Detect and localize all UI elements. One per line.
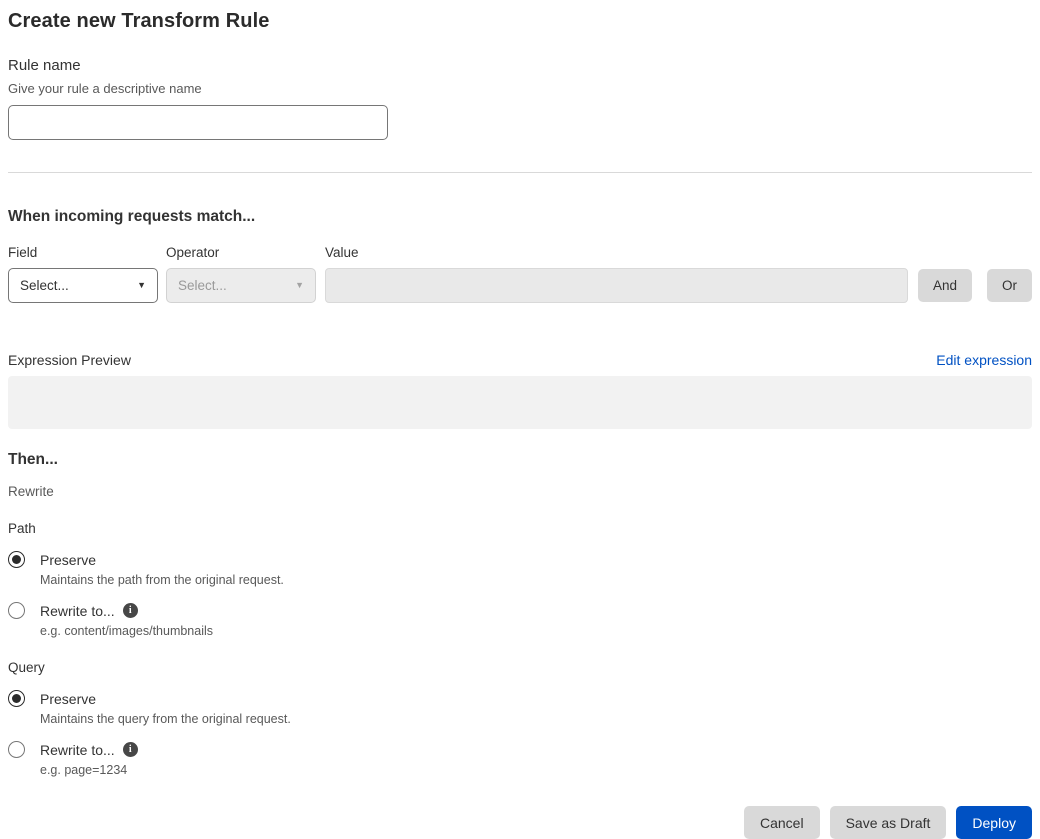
field-select[interactable]: Select... ▼ [8, 268, 158, 303]
path-preserve-label: Preserve [40, 551, 97, 568]
query-preserve-radio[interactable]: Preserve [8, 690, 1032, 707]
query-group-label: Query [8, 660, 45, 675]
expression-preview-header: Expression Preview Edit expression [8, 352, 1032, 368]
radio-selected-icon[interactable] [8, 690, 25, 707]
cancel-button[interactable]: Cancel [743, 806, 820, 839]
path-preserve-helper: Maintains the path from the original req… [40, 573, 284, 587]
path-rewrite-radio[interactable]: Rewrite to... i [8, 602, 1032, 619]
path-rewrite-label: Rewrite to... [40, 602, 115, 619]
then-section-heading: Then... [8, 451, 58, 468]
query-preserve-label: Preserve [40, 690, 97, 707]
query-rewrite-label: Rewrite to... [40, 741, 115, 758]
value-column: Value [325, 245, 908, 303]
deploy-button[interactable]: Deploy [956, 806, 1032, 839]
rule-name-helper: Give your rule a descriptive name [8, 81, 202, 96]
chevron-down-icon: ▼ [295, 280, 304, 290]
path-preserve-radio[interactable]: Preserve [8, 551, 1032, 568]
value-label: Value [325, 245, 359, 260]
operator-column: Operator Select... ▼ [166, 245, 316, 303]
operator-select-value: Select... [178, 278, 227, 293]
query-rewrite-radio[interactable]: Rewrite to... i [8, 741, 1032, 758]
match-condition-row: Field Select... ▼ Operator Select... ▼ V… [8, 245, 1032, 303]
save-as-draft-button[interactable]: Save as Draft [829, 806, 947, 839]
operator-label: Operator [166, 245, 220, 260]
page-title: Create new Transform Rule [8, 10, 270, 32]
and-button[interactable]: And [917, 269, 972, 302]
footer-actions: Cancel Save as Draft Deploy [8, 806, 1032, 839]
edit-expression-link[interactable]: Edit expression [936, 352, 1032, 368]
info-icon[interactable]: i [122, 742, 138, 757]
chevron-down-icon: ▼ [137, 280, 146, 290]
match-section-heading: When incoming requests match... [8, 208, 256, 225]
info-icon[interactable]: i [122, 603, 138, 618]
operator-select[interactable]: Select... ▼ [166, 268, 316, 303]
rule-name-label: Rule name [8, 57, 81, 74]
expression-preview-label: Expression Preview [8, 352, 131, 368]
query-preserve-helper: Maintains the query from the original re… [40, 712, 291, 726]
expression-preview-box [8, 376, 1032, 429]
value-input[interactable] [325, 268, 908, 303]
radio-unselected-icon[interactable] [8, 602, 25, 619]
query-rewrite-helper: e.g. page=1234 [40, 763, 128, 777]
path-group-label: Path [8, 521, 36, 536]
radio-unselected-icon[interactable] [8, 741, 25, 758]
field-label: Field [8, 245, 38, 260]
or-button[interactable]: Or [987, 269, 1032, 302]
radio-selected-icon[interactable] [8, 551, 25, 568]
field-column: Field Select... ▼ [8, 245, 158, 303]
rewrite-subheading: Rewrite [8, 484, 54, 499]
field-select-value: Select... [20, 278, 69, 293]
section-divider [8, 172, 1032, 173]
path-rewrite-helper: e.g. content/images/thumbnails [40, 624, 214, 638]
rule-name-input[interactable] [8, 105, 388, 140]
